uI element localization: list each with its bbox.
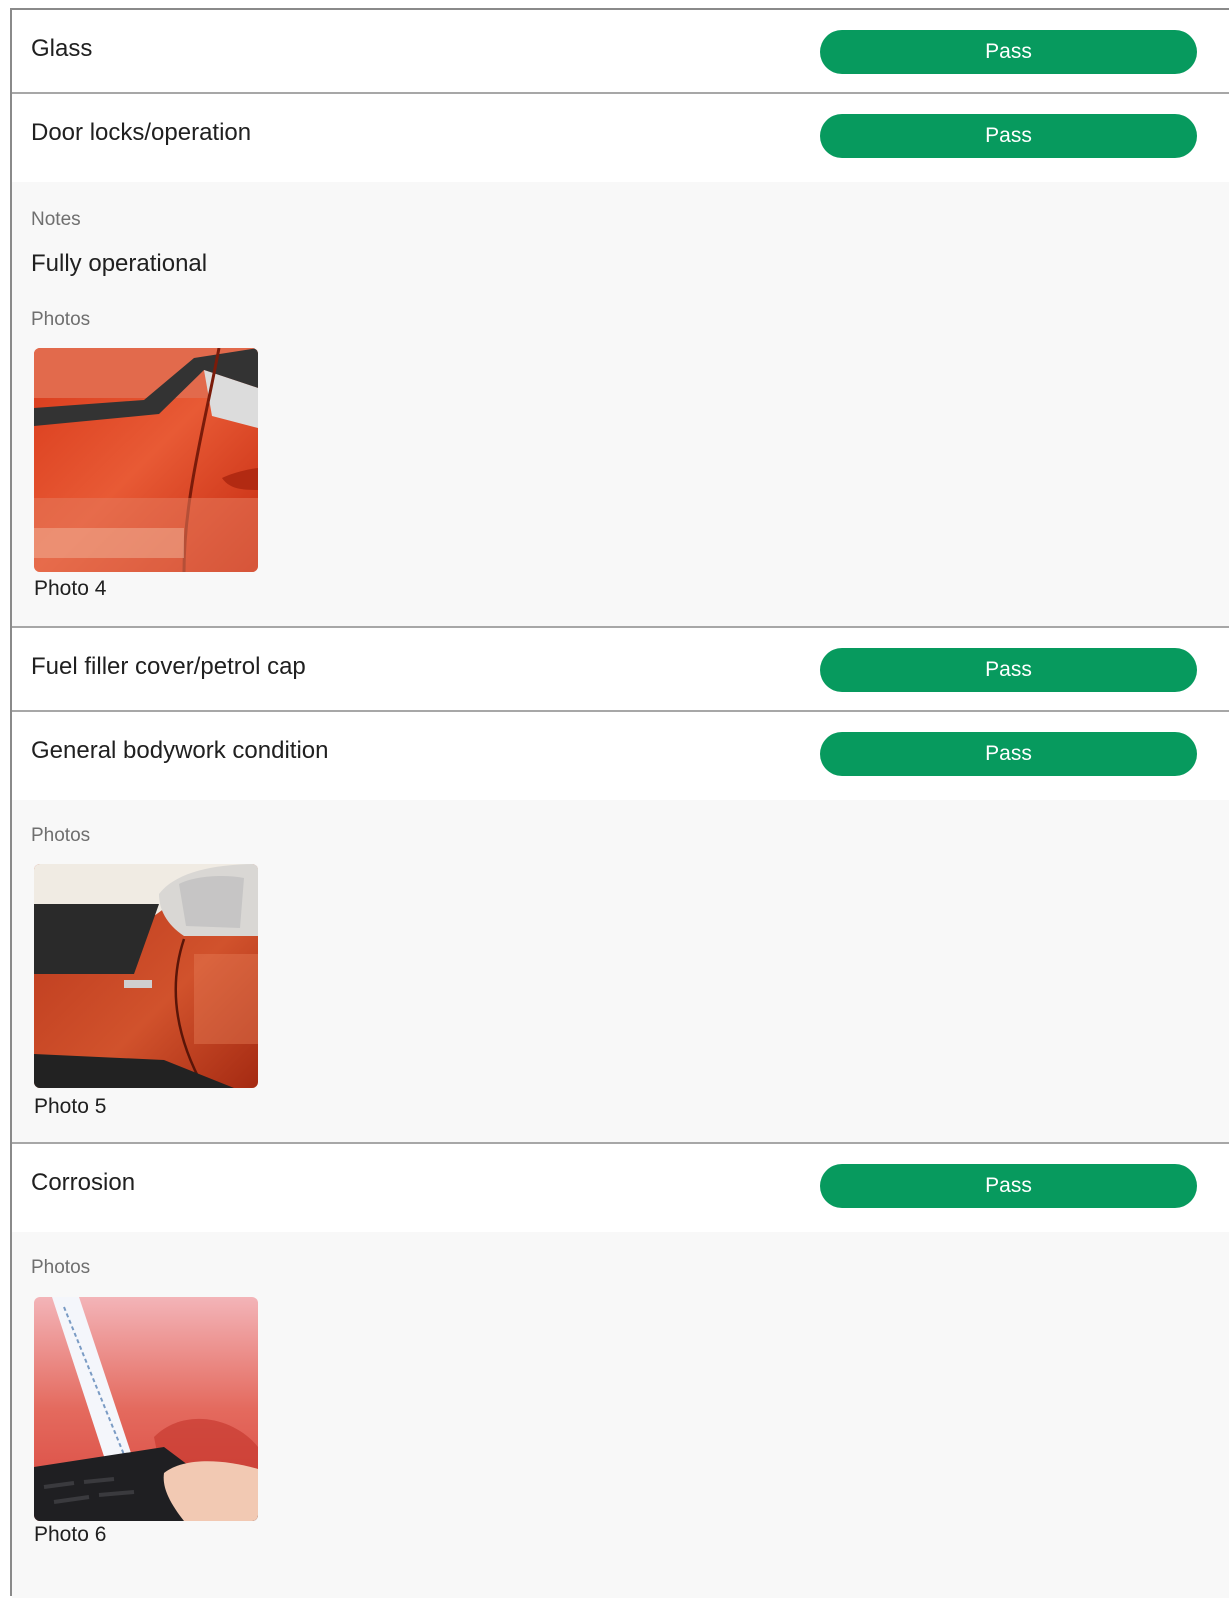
status-pass-button[interactable]: Pass bbox=[820, 732, 1197, 776]
photo-caption: Photo 5 bbox=[34, 1095, 107, 1118]
photo-thumbnail[interactable] bbox=[34, 348, 258, 572]
row-label: Fuel filler cover/petrol cap bbox=[31, 653, 306, 680]
row-label: Corrosion bbox=[31, 1169, 136, 1196]
checklist-row-glass: Glass Pass bbox=[12, 10, 1229, 92]
status-pass-button[interactable]: Pass bbox=[820, 114, 1197, 158]
photo-caption: Photo 4 bbox=[34, 577, 107, 600]
photo-thumbnail[interactable] bbox=[34, 864, 258, 1088]
checklist-row-fuel-filler: Fuel filler cover/petrol cap Pass bbox=[12, 628, 1229, 710]
inspection-checklist: Glass Pass Door locks/operation Pass Not… bbox=[10, 8, 1229, 1598]
row-details-door-locks: Notes Fully operational Photos Photo 4 bbox=[12, 182, 1229, 626]
photo-caption: Photo 6 bbox=[34, 1523, 107, 1546]
notes-label: Notes bbox=[31, 209, 81, 230]
photo-corrosion-image bbox=[34, 1297, 258, 1521]
status-pass-button[interactable]: Pass bbox=[820, 30, 1197, 74]
checklist-row-bodywork: General bodywork condition Pass bbox=[12, 712, 1229, 800]
photo-thumbnail[interactable] bbox=[34, 1297, 258, 1521]
row-details-corrosion: Photos Photo 6 bbox=[12, 1232, 1229, 1598]
photos-label: Photos bbox=[31, 309, 91, 330]
status-pass-button[interactable]: Pass bbox=[820, 648, 1197, 692]
row-label: Glass bbox=[31, 35, 93, 62]
row-label: General bodywork condition bbox=[31, 737, 329, 764]
status-pass-button[interactable]: Pass bbox=[820, 1164, 1197, 1208]
photo-bodywork-image bbox=[34, 864, 258, 1088]
checklist-row-door-locks: Door locks/operation Pass bbox=[12, 94, 1229, 182]
photos-label: Photos bbox=[31, 825, 91, 846]
row-details-bodywork: Photos Photo 5 bbox=[12, 800, 1229, 1142]
checklist-row-corrosion: Corrosion Pass bbox=[12, 1144, 1229, 1232]
photos-label: Photos bbox=[31, 1257, 91, 1278]
photo-door-image bbox=[34, 348, 258, 572]
notes-text: Fully operational bbox=[31, 250, 208, 277]
row-label: Door locks/operation bbox=[31, 119, 252, 146]
